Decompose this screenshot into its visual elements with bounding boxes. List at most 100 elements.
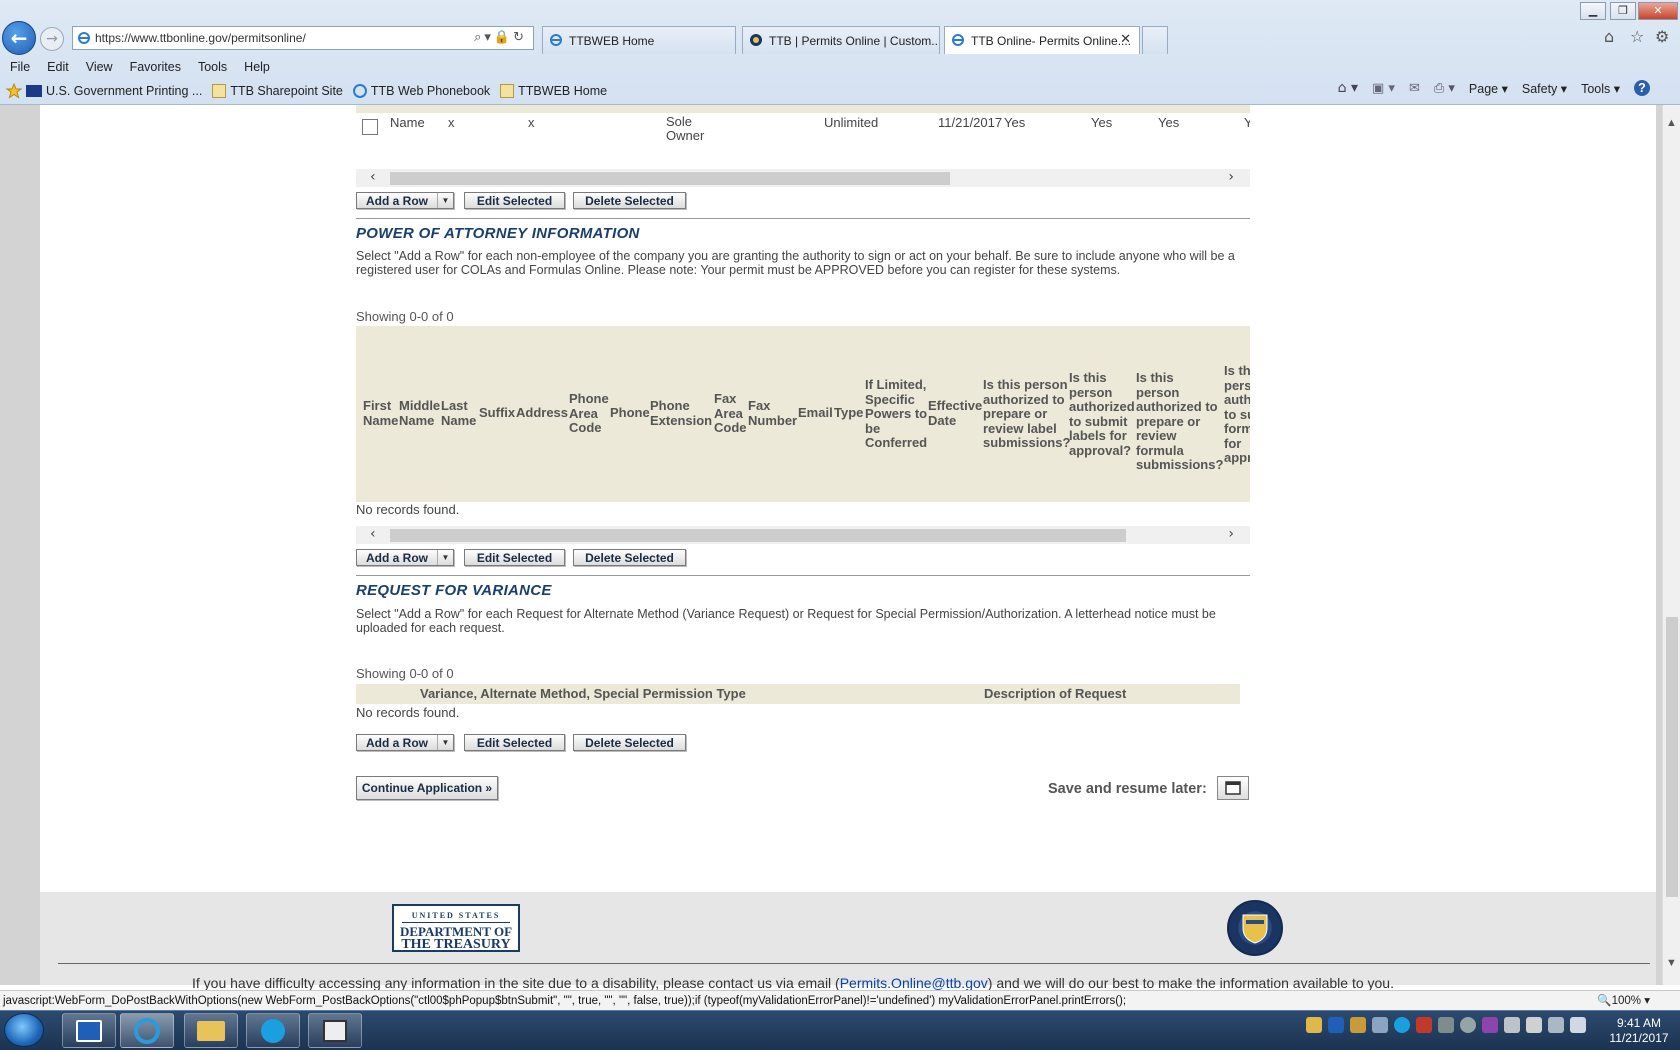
col-authorized-formula-review[interactable]: Is this person authorized to prepare or …	[1136, 370, 1223, 473]
pen-tray-icon[interactable]	[1350, 1017, 1366, 1033]
user-tray-icon[interactable]	[1372, 1017, 1388, 1033]
back-button[interactable]: ←	[2, 21, 36, 55]
menu-edit[interactable]: Edit	[47, 60, 69, 74]
scroll-down-icon[interactable]: ▼	[1666, 957, 1677, 969]
home-command-icon[interactable]: ⌂ ▾	[1338, 80, 1358, 96]
new-tab-button[interactable]	[1142, 26, 1168, 54]
col-email[interactable]: Email	[798, 405, 833, 421]
network-tray-icon[interactable]	[1504, 1017, 1520, 1033]
device-tray-icon[interactable]	[1438, 1017, 1454, 1033]
ie-taskbar-button[interactable]	[120, 1013, 174, 1048]
menu-favorites[interactable]: Favorites	[130, 60, 181, 74]
zoom-level[interactable]: 🔍100% ▾	[1597, 993, 1650, 1007]
col-last-name[interactable]: Last Name	[441, 398, 477, 428]
col-fax-number[interactable]: Fax Number	[748, 398, 798, 428]
mail-tray-icon[interactable]	[1306, 1017, 1322, 1033]
col-phone-area-code[interactable]: Phone Area Code	[569, 391, 611, 436]
col-authorized-submit-formulas[interactable]: Is this person authorized to submit form…	[1224, 363, 1250, 466]
col-type[interactable]: Type	[834, 405, 863, 421]
scroll-right-icon[interactable]: ›	[1228, 526, 1234, 542]
address-bar[interactable]: https://www.ttbonline.gov/permitsonline/…	[72, 26, 534, 50]
poa-horizontal-scrollbar[interactable]: ‹ ›	[356, 526, 1250, 544]
poa-delete-selected-button[interactable]: Delete Selected	[573, 549, 686, 566]
forward-button[interactable]: →	[40, 27, 64, 51]
add-row-button[interactable]: Add a Row ▼	[356, 192, 454, 209]
page-vertical-scrollbar[interactable]: ▲ ▼	[1662, 105, 1680, 985]
monitor-tray-icon[interactable]	[1548, 1017, 1564, 1033]
poa-edit-selected-button[interactable]: Edit Selected	[464, 549, 565, 566]
variance-edit-selected-button[interactable]: Edit Selected	[464, 734, 565, 751]
col-description-of-request[interactable]: Description of Request	[984, 686, 1126, 701]
tab-ttbweb-home[interactable]: TTBWEB Home	[542, 26, 736, 54]
col-address[interactable]: Address	[516, 405, 568, 421]
col-authorized-submit-labels[interactable]: Is this person authorized to submit labe…	[1069, 370, 1135, 458]
variance-delete-selected-button[interactable]: Delete Selected	[573, 734, 686, 751]
volume-tray-icon[interactable]	[1570, 1017, 1586, 1033]
favorite-ttb-sharepoint[interactable]: TTB Sharepoint Site	[212, 84, 343, 98]
scroll-left-icon[interactable]: ‹	[370, 169, 376, 185]
shield-tray-icon[interactable]	[1416, 1017, 1432, 1033]
scroll-left-icon[interactable]: ‹	[370, 526, 376, 542]
menu-tools[interactable]: Tools	[198, 60, 227, 74]
favorite-ttb-phonebook[interactable]: TTB Web Phonebook	[352, 84, 490, 98]
page-menu[interactable]: Page ▾	[1469, 81, 1508, 96]
continue-application-button[interactable]: Continue Application »	[356, 776, 498, 800]
start-button[interactable]	[4, 1013, 44, 1047]
col-suffix[interactable]: Suffix	[479, 405, 515, 421]
skype-taskbar-button[interactable]	[246, 1013, 300, 1048]
permits-online-email-link[interactable]: Permits.Online@ttb.gov	[840, 975, 988, 991]
chevron-down-icon[interactable]: ▼	[437, 193, 453, 208]
menu-view[interactable]: View	[86, 60, 113, 74]
restore-button[interactable]: ❐	[1610, 2, 1636, 20]
tools-menu[interactable]: Tools ▾	[1581, 81, 1620, 96]
print-icon[interactable]: ⎙ ▾	[1434, 81, 1455, 96]
poa-add-row-button[interactable]: Add a Row ▼	[356, 549, 454, 566]
scroll-right-icon[interactable]: ›	[1228, 169, 1234, 185]
tab-ttb-online-permits[interactable]: TTB Online- Permits Online.... ✕	[944, 26, 1140, 54]
settings-gear-icon[interactable]: ⚙	[1655, 27, 1669, 46]
scroll-thumb[interactable]	[1666, 617, 1678, 897]
col-authorized-label-review[interactable]: Is this person authorized to prepare or …	[983, 377, 1070, 451]
save-resume-button[interactable]	[1217, 776, 1249, 800]
safety-menu[interactable]: Safety ▾	[1522, 81, 1567, 96]
menu-file[interactable]: File	[10, 60, 30, 74]
col-fax-area-code[interactable]: Fax Area Code	[714, 391, 748, 436]
col-variance-type[interactable]: Variance, Alternate Method, Special Perm…	[420, 686, 746, 701]
scroll-up-icon[interactable]: ▲	[1666, 117, 1677, 129]
outlook-tray-icon[interactable]	[1328, 1017, 1344, 1033]
close-window-button[interactable]: ✕	[1638, 2, 1678, 20]
col-middle-name[interactable]: Middle Name	[399, 398, 441, 428]
row-select-checkbox[interactable]	[362, 119, 378, 135]
col-phone[interactable]: Phone	[610, 405, 650, 421]
mail-icon[interactable]: ✉	[1409, 81, 1420, 96]
taskbar-clock[interactable]: 9:41 AM 11/21/2017	[1604, 1016, 1674, 1046]
onenote-tray-icon[interactable]	[1482, 1017, 1498, 1033]
favorite-ttbweb-home[interactable]: TTBWEB Home	[500, 84, 607, 98]
close-tab-icon[interactable]: ✕	[1120, 32, 1131, 47]
app-taskbar-button[interactable]	[308, 1013, 362, 1048]
flag-tray-icon[interactable]	[1526, 1017, 1542, 1033]
address-tools-icon[interactable]: ⌕▾🔒↻	[474, 30, 527, 45]
favorites-star-icon[interactable]: ☆	[1630, 27, 1644, 46]
scroll-thumb[interactable]	[390, 172, 950, 185]
home-icon[interactable]: ⌂	[1604, 27, 1614, 46]
menu-help[interactable]: Help	[244, 60, 270, 74]
skype-tray-icon[interactable]	[1394, 1017, 1410, 1033]
outlook-taskbar-button[interactable]	[62, 1013, 116, 1048]
variance-add-row-button[interactable]: Add a Row ▼	[356, 734, 454, 751]
delete-selected-button[interactable]: Delete Selected	[573, 192, 686, 209]
tab-ttb-permits-custom[interactable]: TTB | Permits Online | Custom...	[742, 26, 940, 54]
explorer-taskbar-button[interactable]	[184, 1013, 238, 1048]
col-effective-date[interactable]: Effective Date	[928, 398, 984, 428]
chevron-down-icon[interactable]: ▼	[437, 735, 453, 750]
scroll-thumb[interactable]	[390, 529, 1126, 542]
col-first-name[interactable]: First Name	[363, 398, 399, 428]
chevron-down-icon[interactable]: ▼	[437, 550, 453, 565]
favorites-star-add-icon[interactable]	[6, 83, 22, 99]
col-limited-powers[interactable]: If Limited, Specific Powers to be Confer…	[865, 377, 929, 451]
help-icon[interactable]: ?	[1634, 80, 1650, 96]
minimize-button[interactable]: ▁	[1580, 2, 1606, 20]
grid1-horizontal-scrollbar[interactable]: ‹ ›	[356, 169, 1250, 187]
feeds-icon[interactable]: ▣ ▾	[1372, 81, 1395, 96]
col-phone-extension[interactable]: Phone Extension	[650, 398, 716, 428]
